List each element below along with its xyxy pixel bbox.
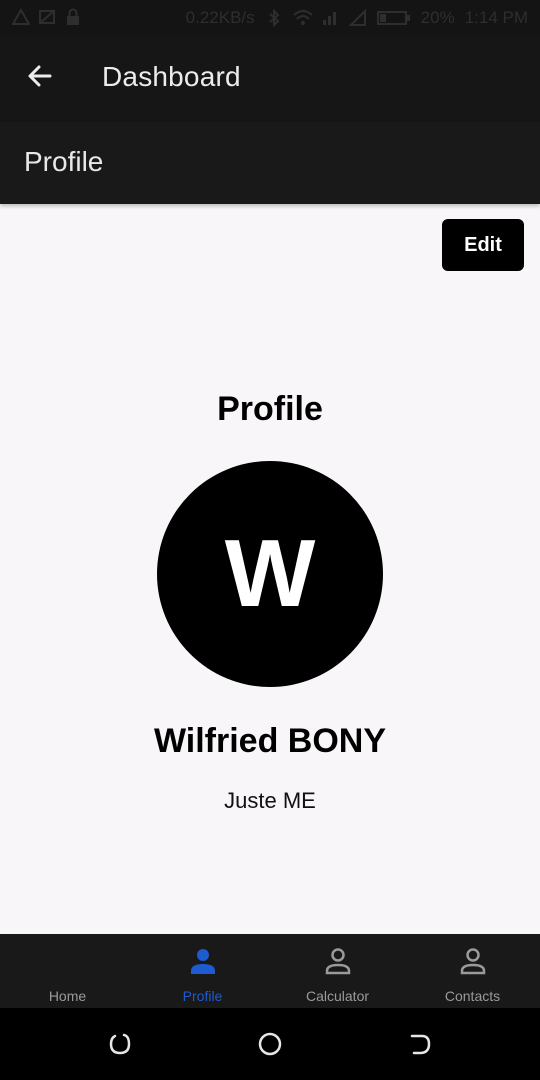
user-bio: Juste ME <box>224 788 316 813</box>
clock: 1:14 PM <box>464 8 528 27</box>
profile-heading: Profile <box>217 390 323 428</box>
back-nav-button[interactable] <box>406 1030 434 1058</box>
system-nav-bar <box>0 1008 540 1080</box>
person-icon <box>188 946 218 976</box>
section-title: Profile <box>24 146 104 177</box>
nav-item-profile[interactable]: Profile <box>135 934 270 1008</box>
signal-icon <box>321 9 339 27</box>
avatar: W <box>157 461 383 687</box>
battery-icon <box>376 9 411 27</box>
app-bar-title: Dashboard <box>102 61 241 92</box>
bottom-navigation: Home Profile Calculator Contacts <box>0 934 540 1008</box>
nav-label-home: Home <box>48 988 87 1004</box>
person-outline-icon <box>323 946 353 976</box>
nav-label-contacts: Contacts <box>444 988 501 1004</box>
app-bar: Dashboard <box>0 36 540 122</box>
status-notifications <box>11 7 82 26</box>
arrow-left-icon <box>26 62 54 95</box>
bluetooth-icon <box>265 8 283 28</box>
user-name: Wilfried BONY <box>153 722 387 760</box>
home-circle-icon <box>256 1032 284 1062</box>
network-speed: 0.22KB/s <box>185 8 255 27</box>
home-button[interactable] <box>256 1030 284 1058</box>
section-header: Profile <box>0 122 540 204</box>
nav-label-profile: Profile <box>182 988 223 1004</box>
signal-empty-icon <box>348 8 367 27</box>
profile-content: Edit Profile W Wilfried BONY Juste ME <box>0 204 540 934</box>
battery-percent: 20% <box>420 8 455 27</box>
person-outline-icon <box>458 946 488 976</box>
image-icon <box>38 8 56 26</box>
wifi-icon <box>292 9 313 27</box>
status-system: 0.22KB/s 20% 1:14 PM <box>186 8 528 28</box>
recents-button[interactable] <box>106 1030 134 1058</box>
home-icon <box>53 946 83 976</box>
back-button[interactable] <box>20 58 60 98</box>
avatar-initial: W <box>224 520 316 627</box>
edit-button[interactable]: Edit <box>442 219 524 271</box>
nav-label-calculator: Calculator <box>305 988 370 1004</box>
lock-icon <box>64 8 82 26</box>
nav-item-calculator[interactable]: Calculator <box>270 934 405 1008</box>
recents-icon <box>106 1033 134 1062</box>
back-nav-icon <box>406 1034 434 1062</box>
nav-item-contacts[interactable]: Contacts <box>405 934 540 1008</box>
nav-item-home[interactable]: Home <box>0 934 135 1008</box>
warning-icon <box>11 7 31 26</box>
status-bar: 0.22KB/s 20% 1:14 PM <box>0 0 540 36</box>
